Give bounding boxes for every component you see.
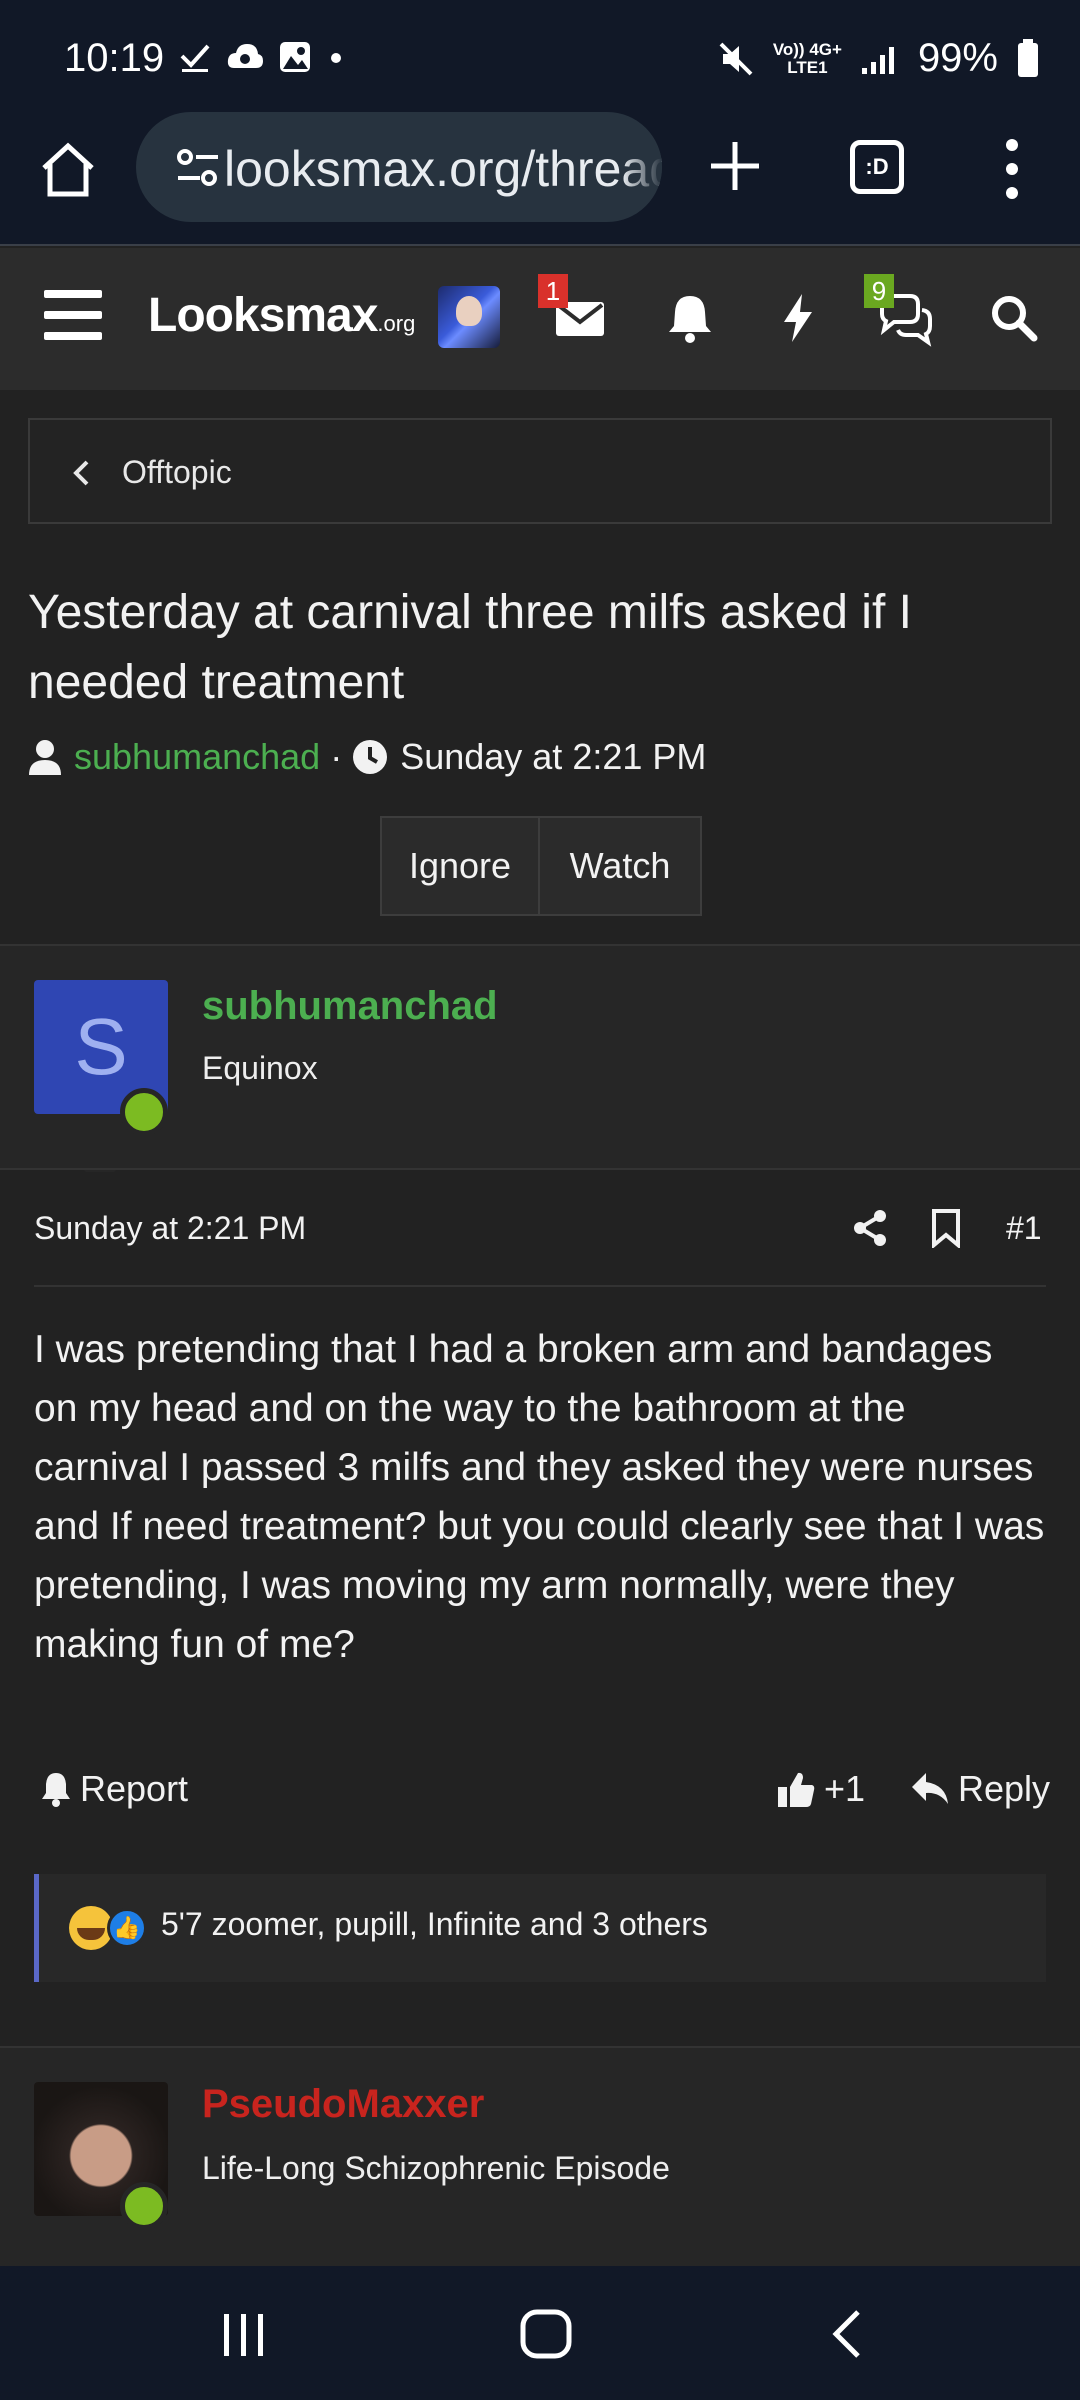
battery-icon bbox=[1018, 38, 1038, 77]
thumbs-up-icon bbox=[778, 1772, 815, 1807]
lightning-icon[interactable] bbox=[768, 288, 828, 348]
reply-button[interactable]: Reply bbox=[910, 1768, 1050, 1810]
url-fade bbox=[622, 112, 662, 222]
account-avatar[interactable] bbox=[438, 286, 500, 348]
hamburger-menu-icon[interactable] bbox=[44, 290, 102, 340]
share-icon[interactable] bbox=[850, 1208, 890, 1248]
post-username[interactable]: PseudoMaxxer bbox=[202, 2082, 484, 2127]
reply-arrow-icon bbox=[912, 1773, 948, 1804]
online-indicator bbox=[120, 2182, 168, 2230]
post-user-title: Equinox bbox=[202, 1050, 318, 1086]
image-icon bbox=[280, 42, 310, 72]
thread-meta: subhumanchad · Sunday at 2:21 PM bbox=[28, 736, 706, 778]
inbox-badge: 1 bbox=[538, 274, 568, 308]
post-message: I was pretending that I had a broken arm… bbox=[34, 1328, 1045, 1666]
user-icon bbox=[29, 740, 61, 775]
reaction-icons: 👍 bbox=[69, 1906, 153, 1950]
status-bar: 10:19 Vo)) 4G+ LTE1 99% bbox=[0, 0, 1080, 110]
thread-date[interactable]: Sunday at 2:21 PM bbox=[400, 736, 706, 778]
online-indicator bbox=[120, 1088, 168, 1136]
url-text[interactable]: looksmax.org/threads/yesterday-at-carniv… bbox=[224, 140, 662, 198]
thread-actions: Ignore Watch bbox=[380, 816, 702, 916]
post-user-block: PseudoMaxxer Life-Long Schizophrenic Epi… bbox=[0, 2048, 1080, 2278]
check-icon bbox=[180, 44, 210, 72]
bell-icon[interactable] bbox=[660, 288, 720, 348]
tab-switcher-button[interactable]: :D bbox=[850, 140, 904, 194]
inbox-button[interactable]: 1 bbox=[538, 274, 610, 348]
post-number[interactable]: #1 bbox=[1006, 1210, 1042, 1247]
reactions-bar[interactable]: 👍 5'7 zoomer, pupill, Infinite and 3 oth… bbox=[34, 1874, 1046, 1982]
bookmark-icon[interactable] bbox=[926, 1208, 966, 1248]
post-header-separator bbox=[34, 1285, 1046, 1287]
network-sim: LTE1 bbox=[787, 57, 828, 77]
browser-toolbar: looksmax.org/threads/yesterday-at-carniv… bbox=[0, 110, 1080, 246]
network-indicator: Vo)) 4G+ LTE1 bbox=[772, 39, 842, 77]
conversations-button[interactable]: 9 bbox=[864, 274, 936, 348]
like-reaction-icon: 👍 bbox=[107, 1908, 147, 1948]
breadcrumb[interactable]: Offtopic bbox=[28, 418, 1052, 524]
logo-text: Looksmax bbox=[148, 289, 378, 342]
like-button[interactable]: +1 bbox=[776, 1768, 865, 1810]
back-icon[interactable] bbox=[822, 2306, 878, 2362]
thread-title: Yesterday at carnival three milfs asked … bbox=[28, 586, 912, 709]
conversations-badge: 9 bbox=[864, 274, 894, 308]
more-vert-icon[interactable] bbox=[992, 136, 1032, 202]
reactions-text[interactable]: 5'7 zoomer, pupill, Infinite and 3 other… bbox=[161, 1906, 708, 1943]
clock-icon bbox=[353, 740, 388, 774]
plus-icon[interactable] bbox=[705, 136, 765, 196]
post-divider bbox=[0, 1168, 1080, 1170]
breadcrumb-label[interactable]: Offtopic bbox=[122, 454, 232, 491]
post-user-title: Life-Long Schizophrenic Episode bbox=[202, 2150, 670, 2186]
chevron-left-icon bbox=[73, 460, 89, 486]
like-count: +1 bbox=[824, 1768, 866, 1809]
network-type: Vo)) 4G+ bbox=[772, 39, 842, 59]
search-icon[interactable] bbox=[984, 288, 1044, 348]
home-icon[interactable] bbox=[38, 140, 98, 200]
recent-apps-icon[interactable] bbox=[216, 2306, 272, 2362]
site-settings-icon[interactable] bbox=[176, 148, 220, 188]
thread-author-link[interactable]: subhumanchad bbox=[74, 736, 320, 778]
status-right: Vo)) 4G+ LTE1 99% bbox=[717, 36, 1040, 81]
site-logo[interactable]: Looksmax.org bbox=[148, 288, 415, 343]
status-time: 10:19 bbox=[64, 36, 165, 80]
bell-icon bbox=[42, 1773, 70, 1807]
dot-icon bbox=[331, 53, 341, 63]
android-nav-bar bbox=[0, 2266, 1080, 2400]
post-body: Sunday at 2:21 PM #1 I was pretending th… bbox=[0, 1172, 1080, 1986]
logo-suffix: .org bbox=[377, 311, 416, 336]
signal-icon bbox=[861, 46, 894, 74]
address-bar[interactable]: looksmax.org/threads/yesterday-at-carniv… bbox=[136, 112, 662, 222]
avatar-letter: S bbox=[74, 1002, 128, 1091]
watch-button[interactable]: Watch bbox=[540, 816, 702, 916]
cloud-icon bbox=[227, 44, 263, 68]
report-button[interactable]: Report bbox=[40, 1768, 188, 1810]
ignore-button[interactable]: Ignore bbox=[380, 816, 540, 916]
battery-percent: 99% bbox=[917, 36, 998, 80]
mute-icon bbox=[719, 42, 753, 75]
post-user-block: S subhumanchad Equinox bbox=[0, 946, 1080, 1186]
post-actions: Report +1 Reply bbox=[0, 1768, 1080, 1818]
home-nav-icon[interactable] bbox=[518, 2306, 574, 2362]
reply-label: Reply bbox=[958, 1768, 1051, 1809]
report-label: Report bbox=[80, 1768, 189, 1809]
post-date[interactable]: Sunday at 2:21 PM bbox=[34, 1210, 306, 1247]
site-header: Looksmax.org 1 9 bbox=[0, 248, 1080, 390]
post-username[interactable]: subhumanchad bbox=[202, 984, 498, 1029]
meta-separator: · bbox=[330, 736, 343, 777]
status-notification-icons bbox=[178, 40, 346, 74]
